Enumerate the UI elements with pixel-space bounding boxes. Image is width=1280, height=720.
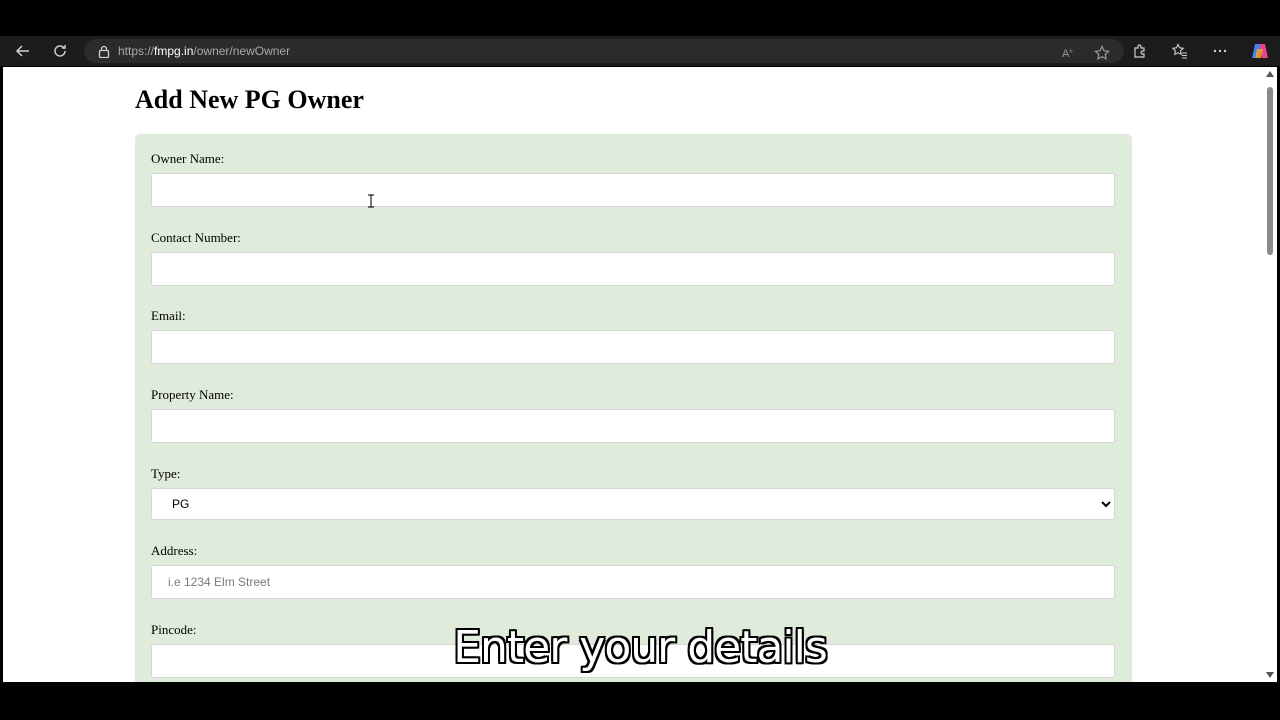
browser-toolbar: https://fmpg.in/owner/newOwner A» — [0, 36, 1280, 66]
type-select[interactable]: PG — [151, 488, 1115, 520]
address-label: Address: — [151, 543, 198, 558]
scrollbar-thumb[interactable] — [1267, 87, 1273, 255]
url-host: fmpg.in — [154, 44, 194, 58]
page-title: Add New PG Owner — [135, 85, 364, 114]
property-name-input[interactable] — [151, 409, 1115, 443]
favorites-icon[interactable] — [1168, 39, 1192, 63]
vertical-scrollbar[interactable] — [1264, 67, 1277, 682]
puzzle-icon[interactable] — [1128, 39, 1152, 63]
pincode-input[interactable] — [151, 644, 1115, 678]
email-input[interactable] — [151, 330, 1115, 364]
scroll-down-icon[interactable] — [1266, 672, 1274, 678]
owner-name-input[interactable] — [151, 173, 1115, 207]
owner-form: Owner Name: Contact Number: Email: Prope… — [135, 134, 1132, 682]
property-name-label: Property Name: — [151, 387, 234, 402]
window-top-bar — [0, 0, 1280, 36]
owner-name-label: Owner Name: — [151, 151, 225, 166]
address-input[interactable] — [151, 565, 1115, 599]
more-icon[interactable] — [1208, 39, 1232, 63]
refresh-icon[interactable] — [48, 39, 72, 63]
type-label: Type: — [151, 466, 181, 481]
url-scheme: https:// — [118, 44, 155, 58]
back-arrow-icon[interactable] — [11, 39, 35, 63]
email-label: Email: — [151, 308, 186, 323]
svg-text:»: » — [1069, 48, 1073, 55]
star-icon[interactable] — [1090, 41, 1114, 65]
contact-number-input[interactable] — [151, 252, 1115, 286]
page-viewport: Add New PG Owner Owner Name: Contact Num… — [3, 67, 1264, 682]
read-aloud-icon[interactable]: A» — [1056, 41, 1080, 65]
text-cursor-icon — [368, 194, 374, 208]
url-path: /owner/newOwner — [193, 44, 291, 58]
url-text[interactable]: https://fmpg.in/owner/newOwner — [118, 44, 290, 58]
contact-number-label: Contact Number: — [151, 230, 241, 245]
copilot-icon[interactable] — [1248, 39, 1272, 63]
scroll-up-icon[interactable] — [1266, 71, 1274, 77]
address-bar[interactable]: https://fmpg.in/owner/newOwner A» — [84, 39, 1124, 63]
window-bottom-bar — [0, 684, 1280, 720]
pincode-label: Pincode: — [151, 622, 197, 637]
lock-icon[interactable] — [98, 45, 110, 58]
